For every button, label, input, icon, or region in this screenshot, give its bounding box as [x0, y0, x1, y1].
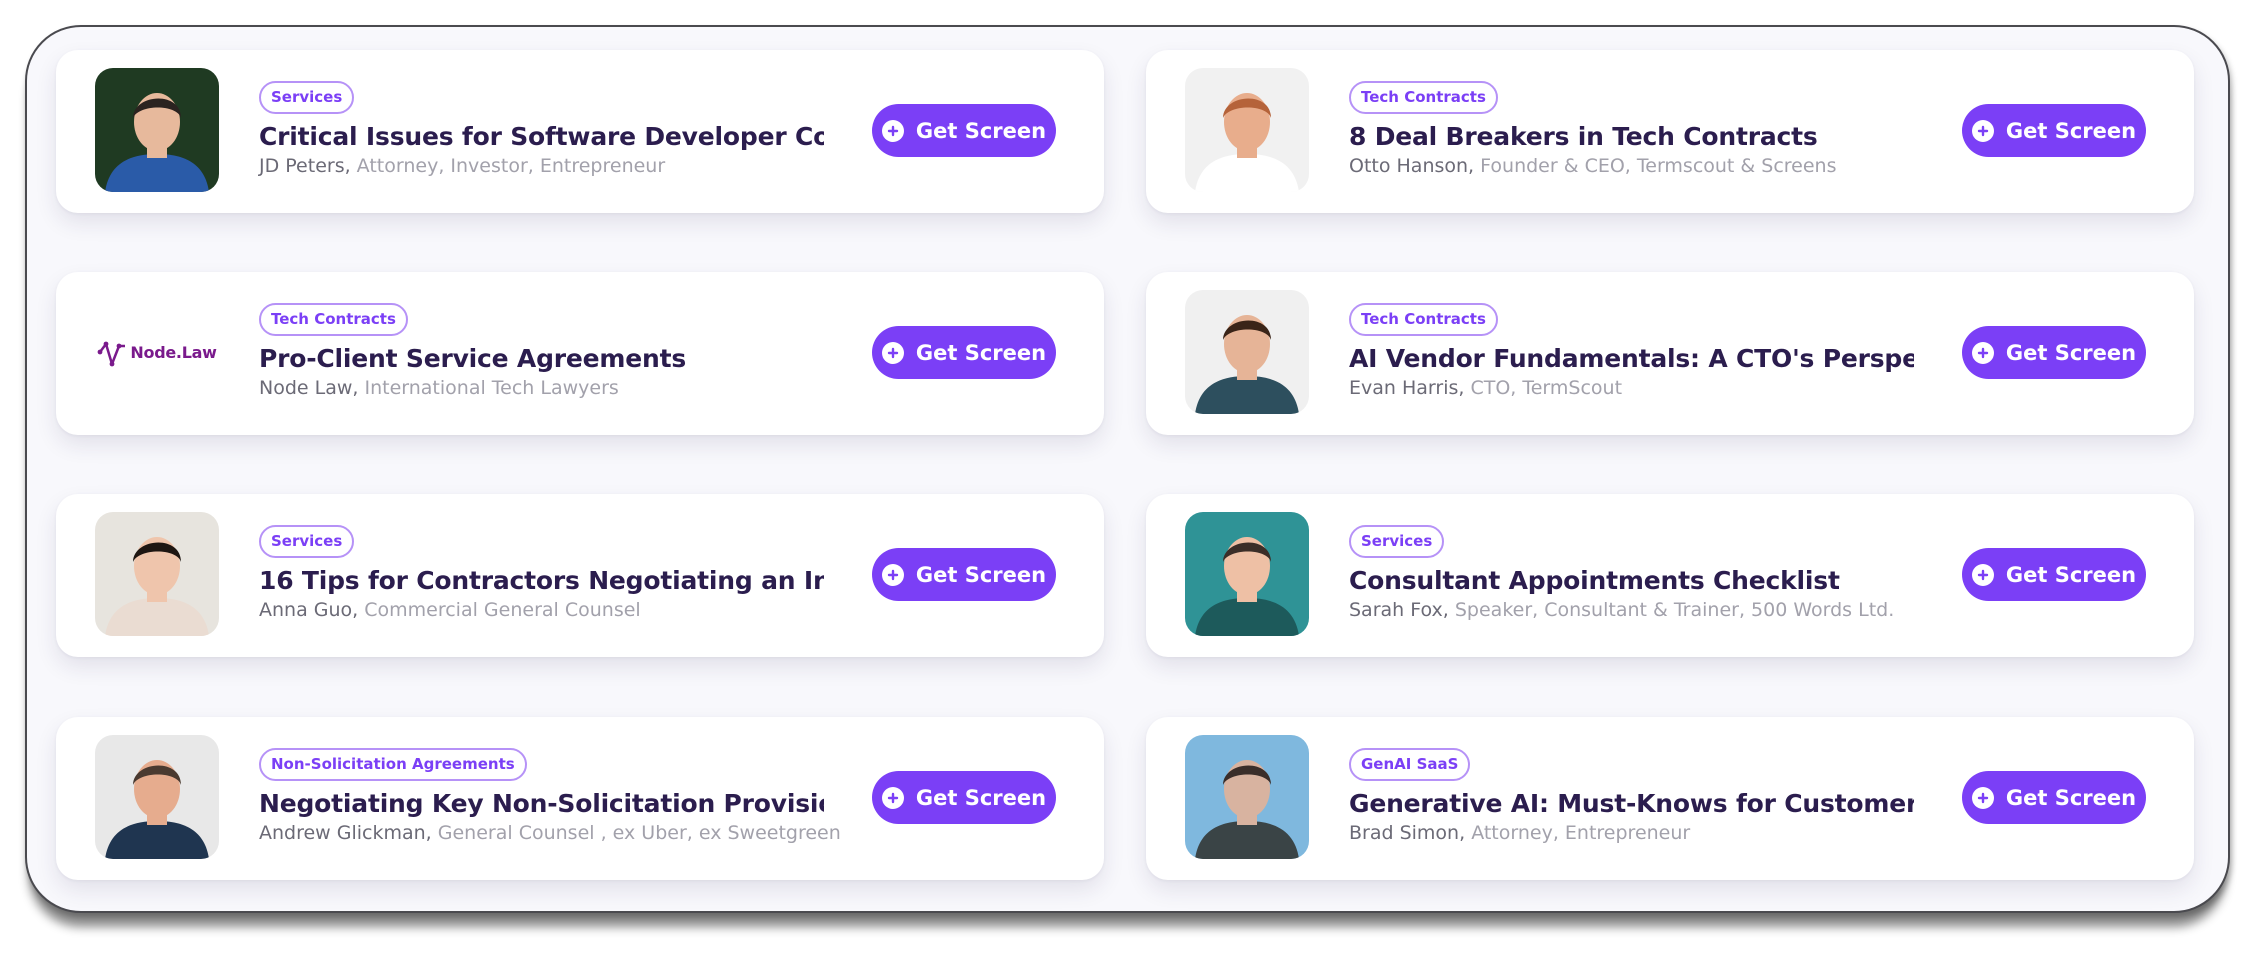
category-tag[interactable]: GenAI SaaS [1349, 748, 1471, 781]
author-name: JD Peters, [259, 155, 351, 177]
get-screen-label: Get Screen [2005, 562, 2137, 587]
author-line: Evan Harris, CTO, TermScout [1349, 376, 1914, 400]
person-photo-icon [95, 512, 219, 636]
screen-card: Services Critical Issues for Software De… [56, 50, 1104, 213]
author-name: Andrew Glickman, [259, 822, 432, 844]
category-tag[interactable]: Services [1349, 525, 1445, 558]
author-line: Anna Guo, Commercial General Counsel [259, 598, 824, 622]
node-law-logo: Node.Law [95, 290, 219, 414]
screen-title[interactable]: Critical Issues for Software Developer C… [259, 121, 824, 153]
person-photo-icon [1185, 735, 1309, 859]
get-screen-button[interactable]: Get Screen [872, 326, 1056, 379]
author-name: Evan Harris, [1349, 377, 1465, 399]
author-role: Attorney, Investor, Entrepreneur [350, 155, 666, 177]
avatar [95, 735, 219, 859]
author-name: Anna Guo, [259, 599, 359, 621]
person-photo-icon [1185, 512, 1309, 636]
get-screen-label: Get Screen [2005, 118, 2137, 143]
avatar [1185, 735, 1309, 859]
plus-circle-icon [881, 119, 904, 142]
author-line: Node Law, International Tech Lawyers [259, 376, 824, 400]
author-role: Speaker, Consultant & Trainer, 500 Words… [1448, 599, 1895, 621]
get-screen-button[interactable]: Get Screen [1962, 548, 2146, 601]
get-screen-label: Get Screen [915, 118, 1047, 143]
avatar [1185, 512, 1309, 636]
screen-title[interactable]: Negotiating Key Non-Solicitation Provisi… [259, 788, 824, 820]
node-law-logo-text: Node.Law [130, 342, 217, 362]
author-role: Founder & CEO, Termscout & Screens [1474, 155, 1837, 177]
get-screen-button[interactable]: Get Screen [1962, 104, 2146, 157]
get-screen-label: Get Screen [2005, 785, 2137, 810]
screen-info: GenAI SaaS Generative AI: Must-Knows for… [1349, 748, 1914, 845]
screen-info: Non-Solicitation Agreements Negotiating … [259, 748, 841, 845]
category-tag[interactable]: Services [259, 525, 355, 558]
plus-circle-icon [881, 786, 904, 809]
author-line: Brad Simon, Attorney, Entrepreneur [1349, 821, 1914, 845]
screen-title[interactable]: Consultant Appointments Checklist [1349, 565, 1914, 597]
avatar [95, 68, 219, 192]
avatar [1185, 290, 1309, 414]
screen-info: Services Critical Issues for Software De… [259, 81, 824, 178]
category-tag[interactable]: Non-Solicitation Agreements [259, 748, 527, 781]
screen-card: GenAI SaaS Generative AI: Must-Knows for… [1146, 717, 2194, 880]
get-screen-label: Get Screen [915, 785, 1047, 810]
screen-card: Tech Contracts AI Vendor Fundamentals: A… [1146, 272, 2194, 435]
get-screen-button[interactable]: Get Screen [872, 104, 1056, 157]
author-line: JD Peters, Attorney, Investor, Entrepren… [259, 154, 824, 178]
get-screen-button[interactable]: Get Screen [872, 548, 1056, 601]
author-name: Node Law, [259, 377, 359, 399]
screen-card: Node.Law Tech Contracts Pro-Client Servi… [56, 272, 1104, 435]
author-name: Sarah Fox, [1349, 599, 1449, 621]
screen-info: Tech Contracts AI Vendor Fundamentals: A… [1349, 303, 1914, 400]
person-photo-icon [1185, 290, 1309, 414]
get-screen-label: Get Screen [915, 562, 1047, 587]
author-role: Commercial General Counsel [358, 599, 641, 621]
screen-info: Tech Contracts 8 Deal Breakers in Tech C… [1349, 81, 1914, 178]
avatar [1185, 68, 1309, 192]
screen-info: Tech Contracts Pro-Client Service Agreem… [259, 303, 824, 400]
person-photo-icon [1185, 68, 1309, 192]
screen-card: Services Consultant Appointments Checkli… [1146, 494, 2194, 657]
author-line: Otto Hanson, Founder & CEO, Termscout & … [1349, 154, 1914, 178]
get-screen-label: Get Screen [915, 340, 1047, 365]
author-name: Brad Simon, [1349, 822, 1466, 844]
screens-panel: Services Critical Issues for Software De… [25, 25, 2230, 913]
screen-title[interactable]: AI Vendor Fundamentals: A CTO's Perspect… [1349, 343, 1914, 375]
get-screen-button[interactable]: Get Screen [1962, 771, 2146, 824]
screen-info: Services Consultant Appointments Checkli… [1349, 525, 1914, 622]
screen-card: Non-Solicitation Agreements Negotiating … [56, 717, 1104, 880]
author-name: Otto Hanson, [1349, 155, 1475, 177]
plus-circle-icon [1971, 786, 1994, 809]
author-line: Andrew Glickman, General Counsel , ex Ub… [259, 821, 841, 845]
get-screen-button[interactable]: Get Screen [1962, 326, 2146, 379]
person-photo-icon [95, 735, 219, 859]
screen-title[interactable]: 8 Deal Breakers in Tech Contracts [1349, 121, 1914, 153]
category-tag[interactable]: Tech Contracts [259, 303, 408, 336]
screen-title[interactable]: 16 Tips for Contractors Negotiating an I… [259, 565, 824, 597]
category-tag[interactable]: Tech Contracts [1349, 303, 1498, 336]
plus-circle-icon [1971, 341, 1994, 364]
avatar [95, 512, 219, 636]
author-role: Attorney, Entrepreneur [1465, 822, 1691, 844]
category-tag[interactable]: Tech Contracts [1349, 81, 1498, 114]
screen-info: Services 16 Tips for Contractors Negotia… [259, 525, 824, 622]
plus-circle-icon [881, 563, 904, 586]
get-screen-label: Get Screen [2005, 340, 2137, 365]
screen-title[interactable]: Pro-Client Service Agreements [259, 343, 824, 375]
author-line: Sarah Fox, Speaker, Consultant & Trainer… [1349, 598, 1914, 622]
screen-title[interactable]: Generative AI: Must-Knows for Customers [1349, 788, 1914, 820]
plus-circle-icon [1971, 563, 1994, 586]
plus-circle-icon [1971, 119, 1994, 142]
author-role: International Tech Lawyers [358, 377, 619, 399]
get-screen-button[interactable]: Get Screen [872, 771, 1056, 824]
screen-card: Services 16 Tips for Contractors Negotia… [56, 494, 1104, 657]
node-law-logo-icon [98, 341, 126, 367]
category-tag[interactable]: Services [259, 81, 355, 114]
screen-card: Tech Contracts 8 Deal Breakers in Tech C… [1146, 50, 2194, 213]
author-role: CTO, TermScout [1464, 377, 1623, 399]
author-role: General Counsel , ex Uber, ex Sweetgreen [431, 822, 841, 844]
plus-circle-icon [881, 341, 904, 364]
person-photo-icon [95, 68, 219, 192]
